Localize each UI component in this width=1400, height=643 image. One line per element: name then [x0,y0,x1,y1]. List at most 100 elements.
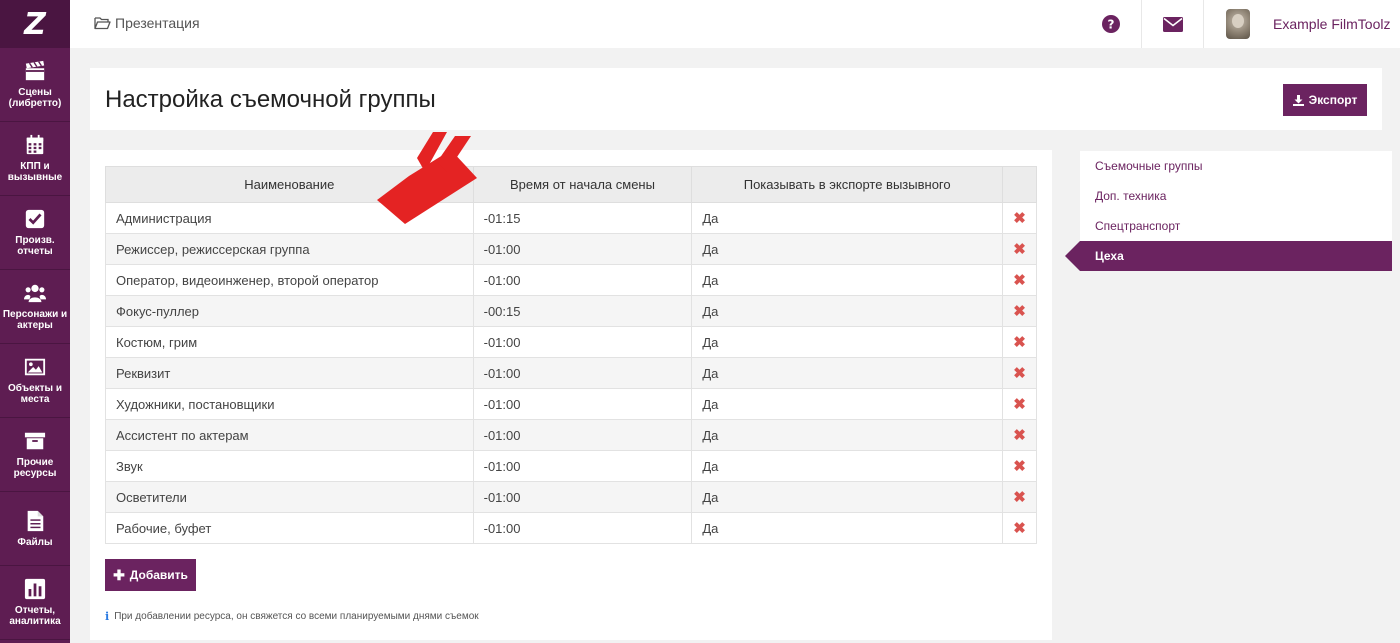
table-row[interactable]: Звук -01:00 Да ✖ [105,450,1037,482]
cell-name[interactable]: Звук [105,450,474,482]
breadcrumb-label: Презентация [115,15,200,31]
header-panel: Настройка съемочной группы Экспорт [90,68,1382,130]
delete-icon[interactable]: ✖ [1002,264,1037,296]
help-button[interactable]: ? [1080,0,1142,48]
sidebar: Z Сцены (либретто) КПП и вызывные Произв… [0,0,70,643]
table-row[interactable]: Режиссер, режиссерская группа -01:00 Да ✖ [105,233,1037,265]
app-logo[interactable]: Z [0,0,70,48]
top-bar: Презентация ? Example FilmToolz [70,0,1400,48]
delete-icon[interactable]: ✖ [1002,388,1037,420]
column-header-actions [1002,166,1037,203]
delete-icon[interactable]: ✖ [1002,481,1037,513]
sidebar-item-resources[interactable]: Прочие ресурсы [0,418,70,492]
sidebar-item-label: КПП и вызывные [7,161,63,183]
sidebar-item-scenes[interactable]: Сцены (либретто) [0,48,70,122]
cell-show-export[interactable]: Да [691,419,1003,451]
cell-name[interactable]: Ассистент по актерам [105,419,474,451]
cell-time[interactable]: -01:15 [472,202,693,234]
table-row[interactable]: Администрация -01:15 Да ✖ [105,202,1037,234]
cell-name[interactable]: Реквизит [105,357,474,389]
cell-show-export[interactable]: Да [691,512,1003,544]
cell-show-export[interactable]: Да [691,357,1003,389]
cell-name[interactable]: Костюм, грим [105,326,474,358]
column-header-show-export[interactable]: Показывать в экспорте вызывного [691,166,1003,203]
cell-name[interactable]: Фокус-пуллер [105,295,474,327]
sidebar-item-label: Сцены (либретто) [8,87,62,109]
sidebar-item-callsheets[interactable]: КПП и вызывные [0,122,70,196]
table-row[interactable]: Оператор, видеоинженер, второй оператор -… [105,264,1037,296]
user-menu[interactable]: Example FilmToolz [1226,9,1390,39]
cell-show-export[interactable]: Да [691,233,1003,265]
cell-time[interactable]: -01:00 [472,512,693,544]
cell-time[interactable]: -01:00 [472,233,693,265]
table-row[interactable]: Реквизит -01:00 Да ✖ [105,357,1037,389]
side-menu-item-crews[interactable]: Съемочные группы [1080,151,1392,181]
checkbox-icon [25,209,45,229]
cell-name[interactable]: Осветители [105,481,474,513]
cell-time[interactable]: -01:00 [472,419,693,451]
avatar [1226,9,1250,39]
cell-time[interactable]: -01:00 [472,357,693,389]
side-menu-item-special-transport[interactable]: Спецтранспорт [1080,211,1392,241]
info-hint: i При добавлении ресурса, он свяжется со… [105,610,479,623]
main-panel: Наименование Время от начала смены Показ… [90,150,1052,640]
delete-icon[interactable]: ✖ [1002,512,1037,544]
messages-button[interactable] [1142,0,1204,48]
clapperboard-icon [25,60,45,81]
folder-open-icon [94,17,111,30]
cell-show-export[interactable]: Да [691,388,1003,420]
cell-show-export[interactable]: Да [691,295,1003,327]
table-row[interactable]: Костюм, грим -01:00 Да ✖ [105,326,1037,358]
table-row[interactable]: Ассистент по актерам -01:00 Да ✖ [105,419,1037,451]
sidebar-item-reports[interactable]: Произв. отчеты [0,196,70,270]
sidebar-item-characters[interactable]: Персонажи и актеры [0,270,70,344]
column-header-time[interactable]: Время от начала смены [472,166,693,203]
sidebar-item-label: Объекты и места [7,383,63,405]
cell-name[interactable]: Рабочие, буфет [105,512,474,544]
sidebar-item-locations[interactable]: Объекты и места [0,344,70,418]
table-row[interactable]: Художники, постановщики -01:00 Да ✖ [105,388,1037,420]
delete-icon[interactable]: ✖ [1002,357,1037,389]
delete-icon[interactable]: ✖ [1002,202,1037,234]
user-name: Example FilmToolz [1273,16,1391,32]
cell-time[interactable]: -01:00 [472,326,693,358]
table-row[interactable]: Фокус-пуллер -00:15 Да ✖ [105,295,1037,327]
sidebar-item-files[interactable]: Файлы [0,492,70,566]
hint-text: При добавлении ресурса, он свяжется со в… [114,611,479,622]
add-button[interactable]: ✚ Добавить [105,559,196,591]
export-label: Экспорт [1308,93,1358,107]
delete-icon[interactable]: ✖ [1002,326,1037,358]
side-menu-item-extra-equipment[interactable]: Доп. техника [1080,181,1392,211]
delete-icon[interactable]: ✖ [1002,295,1037,327]
export-button[interactable]: Экспорт [1283,84,1367,116]
cell-show-export[interactable]: Да [691,450,1003,482]
cell-show-export[interactable]: Да [691,326,1003,358]
cell-show-export[interactable]: Да [691,264,1003,296]
side-menu: Съемочные группы Доп. техника Спецтрансп… [1065,151,1392,271]
svg-text:?: ? [1107,18,1114,32]
cell-time[interactable]: -01:00 [472,388,693,420]
cell-time[interactable]: -01:00 [472,450,693,482]
breadcrumb[interactable]: Презентация [94,15,200,31]
page-title: Настройка съемочной группы [105,86,436,113]
cell-time[interactable]: -00:15 [472,295,693,327]
table-header-row: Наименование Время от начала смены Показ… [105,166,1037,203]
sidebar-item-analytics[interactable]: Отчеты, аналитика [0,566,70,640]
delete-icon[interactable]: ✖ [1002,419,1037,451]
cell-time[interactable]: -01:00 [472,481,693,513]
delete-icon[interactable]: ✖ [1002,233,1037,265]
question-circle-icon: ? [1101,15,1120,33]
table-row[interactable]: Рабочие, буфет -01:00 Да ✖ [105,512,1037,544]
delete-icon[interactable]: ✖ [1002,450,1037,482]
calendar-icon [26,134,44,155]
cell-name[interactable]: Оператор, видеоинженер, второй оператор [105,264,474,296]
sidebar-item-label: Произв. отчеты [15,235,55,257]
cell-time[interactable]: -01:00 [472,264,693,296]
cell-show-export[interactable]: Да [691,481,1003,513]
cell-name[interactable]: Художники, постановщики [105,388,474,420]
file-icon [27,510,44,531]
cell-show-export[interactable]: Да [691,202,1003,234]
table-row[interactable]: Осветители -01:00 Да ✖ [105,481,1037,513]
side-menu-item-departments[interactable]: Цеха [1065,241,1392,271]
cell-name[interactable]: Режиссер, режиссерская группа [105,233,474,265]
